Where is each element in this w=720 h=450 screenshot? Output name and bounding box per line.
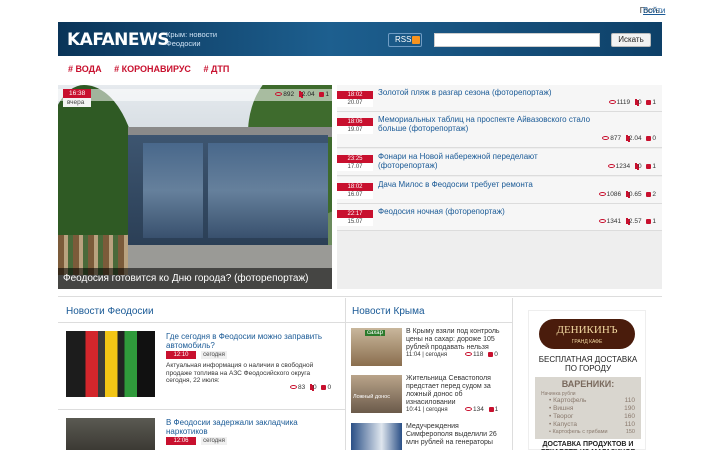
crimea-news-heading[interactable]: Новости Крыма: [352, 306, 425, 317]
news-thumbnail[interactable]: Ложный донос: [351, 375, 402, 413]
ad-logo-sub: ГРАНД КАФЕ: [571, 339, 603, 345]
comments-icon: [646, 218, 652, 224]
latest-news-list: 18:02 20.07 Золотой пляж в разгар сезона…: [337, 85, 662, 289]
search-input[interactable]: [434, 33, 600, 47]
news-thumbnail[interactable]: [66, 418, 155, 450]
rating-icon: [634, 163, 637, 170]
ad-products-text: ДОСТАВКА ПРОДУКТОВ И ЛЕКАРСТВ ИЗ МАГАЗИН…: [540, 441, 635, 450]
views-icon: [598, 192, 606, 197]
feed-title[interactable]: Медучреждения Симферополя выделили 26 мл…: [406, 423, 506, 447]
ad-delivery-text: БЕСПЛАТНАЯ ДОСТАВКА ПО ГОРОДУ: [538, 355, 638, 373]
tag-dtp[interactable]: # ДТП: [203, 64, 229, 74]
feed-title[interactable]: В Крыму взяли под контроль цены на сахар…: [406, 328, 506, 352]
news-thumbnail[interactable]: [66, 331, 155, 397]
news-thumbnail[interactable]: [351, 423, 402, 450]
feed-day: сегодня: [201, 437, 227, 445]
top-line: Гость. Войти: [0, 0, 720, 20]
news-item[interactable]: 22:17 15.07 Феодосия ночная (фоторепорта…: [337, 204, 662, 231]
news-item[interactable]: 18:06 19.07 Мемориальных таблиц на просп…: [337, 112, 662, 148]
rss-icon[interactable]: [412, 36, 420, 44]
comments-icon: [646, 135, 652, 141]
site-header: KAFANEWS Крым: новости Феодосии RSS Иска…: [58, 22, 662, 56]
views-icon: [602, 136, 610, 141]
hero-stats: 892 2.04 1: [275, 91, 329, 98]
news-title[interactable]: Фонари на Новой набережной переделают (ф…: [378, 152, 598, 170]
rating-icon: [625, 218, 628, 225]
rating-icon: [310, 384, 313, 391]
ad-menu: ВАРЕНИКИ: Начинка рубли • Картофель 110 •…: [535, 377, 641, 439]
comments-icon: [646, 191, 652, 197]
feed-title[interactable]: Где сегодня в Феодосии можно заправить а…: [166, 332, 336, 350]
comments-icon: [319, 91, 325, 97]
news-thumbnail[interactable]: сахар: [351, 328, 402, 366]
feed-stats: 134 1: [465, 406, 498, 413]
hero-photo[interactable]: 16:38 вчера 892 2.04 1: [58, 85, 332, 289]
news-item[interactable]: 18:02 16.07 Дача Милос в Феодосии требуе…: [337, 177, 662, 204]
feed-meta: 11:04 | сегодня: [406, 352, 448, 358]
feodosia-news-heading[interactable]: Новости Феодосии: [66, 306, 154, 317]
hero-day: вчера: [63, 98, 91, 107]
hot-tags: # ВОДА # КОРОНАВИРУС # ДТП: [68, 64, 239, 74]
feed-meta: 10:41 | сегодня: [406, 407, 448, 413]
views-icon: [608, 100, 616, 105]
ad-banner[interactable]: ДЕНИКИНЪ ГРАНД КАФЕ БЕСПЛАТНАЯ ДОСТАВКА …: [528, 310, 646, 450]
views-icon: [290, 385, 297, 390]
site-tagline: Крым: новости Феодосии: [166, 30, 218, 48]
news-item[interactable]: 23:25 17.07 Фонари на Новой набережной п…: [337, 149, 662, 176]
comments-icon: [488, 351, 494, 357]
comments-icon: [646, 99, 652, 105]
views-icon: [598, 219, 606, 224]
rating-icon: [634, 99, 637, 106]
views-icon: [607, 164, 615, 169]
news-title[interactable]: Дача Милос в Феодосии требует ремонта: [378, 180, 598, 189]
comments-icon: [321, 384, 327, 390]
feed-stats: 83 0 0: [290, 384, 331, 391]
comments-icon: [646, 163, 652, 169]
site-logo[interactable]: KAFANEWS: [67, 30, 169, 50]
hero-time: 16:38: [63, 89, 91, 98]
tag-coronavirus[interactable]: # КОРОНАВИРУС: [114, 64, 191, 74]
feed-title[interactable]: Жительница Севастополя предстает перед с…: [406, 375, 506, 407]
tag-water[interactable]: # ВОДА: [68, 64, 102, 74]
news-title[interactable]: Феодосия ночная (фоторепортаж): [378, 207, 598, 216]
news-item[interactable]: 18:02 20.07 Золотой пляж в разгар сезона…: [337, 85, 662, 112]
comments-icon: [488, 406, 494, 412]
search-button[interactable]: Искать: [611, 33, 651, 47]
rating-icon: [298, 91, 301, 98]
views-icon: [275, 92, 283, 97]
hero-caption[interactable]: Феодосия готовится ко Дню города? (фотор…: [58, 268, 332, 289]
news-title[interactable]: Золотой пляж в разгар сезона (фоторепорт…: [378, 88, 598, 97]
views-icon: [465, 352, 472, 357]
rating-icon: [625, 191, 628, 198]
rating-icon: [625, 135, 628, 142]
feed-time: 12:10: [166, 351, 196, 359]
views-icon: [465, 407, 472, 412]
login-link[interactable]: Войти: [643, 6, 665, 15]
feed-text: Актуальная информация о наличии в свобод…: [166, 362, 314, 384]
feed-title[interactable]: В Феодосии задержали закладчика наркотик…: [166, 418, 336, 436]
feed-day: сегодня: [201, 351, 227, 359]
news-title[interactable]: Мемориальных таблиц на проспекте Айвазов…: [378, 115, 598, 133]
feed-stats: 118 0: [465, 351, 498, 358]
feed-time: 12:06: [166, 437, 196, 445]
